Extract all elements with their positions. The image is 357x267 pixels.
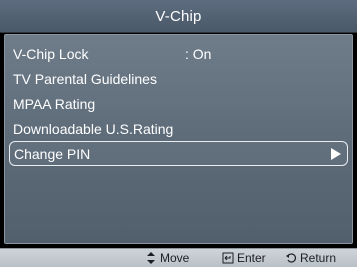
footer-return: Return [285,251,336,265]
return-icon [285,252,297,264]
menu-panel: V-Chip Lock : On TV Parental Guidelines … [4,34,353,244]
footer-return-label: Return [300,251,337,265]
menu-item-mpaa-rating[interactable]: MPAA Rating [9,91,348,116]
menu-item-label: TV Parental Guidelines [13,70,157,87]
footer-move: Move [145,251,189,265]
menu-item-label: Change PIN [14,145,91,162]
menu-item-change-pin[interactable]: Change PIN [9,141,348,166]
arrow-right-icon [331,148,341,160]
footer-move-label: Move [160,251,190,265]
footer-bar: Move Enter Return [0,248,357,267]
vchip-screen: V-Chip V-Chip Lock : On TV Parental Guid… [0,0,357,267]
menu-item-label: MPAA Rating [13,95,96,112]
menu-item-value: : On [185,45,212,62]
menu-item-downloadable-us-rating[interactable]: Downloadable U.S.Rating [9,116,348,141]
footer-enter: Enter [222,251,266,265]
page-title: V-Chip [155,7,202,25]
menu-item-tv-parental-guidelines[interactable]: TV Parental Guidelines [9,66,348,91]
enter-icon [222,252,234,264]
menu-item-label: Downloadable U.S.Rating [13,120,174,137]
footer-enter-label: Enter [237,251,266,265]
title-bar: V-Chip [0,0,357,33]
menu-item-vchip-lock[interactable]: V-Chip Lock : On [9,41,348,66]
menu-item-label: V-Chip Lock [13,45,89,62]
up-down-arrow-icon [145,252,157,264]
